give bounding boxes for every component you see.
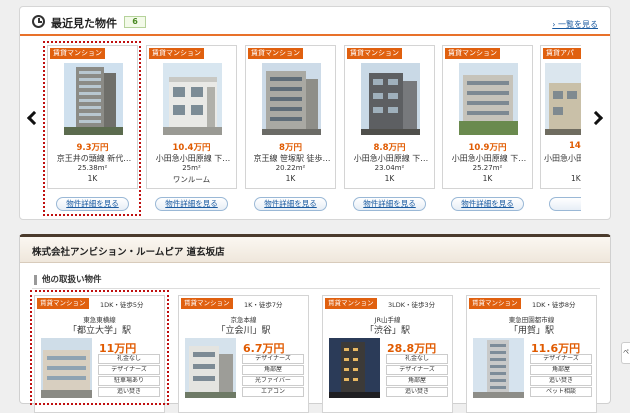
- card-layout: 1K: [384, 174, 395, 183]
- station-name: 「用賀」駅: [508, 326, 554, 336]
- feature-tag: 角部屋: [530, 365, 592, 375]
- card-layout: 1K: [571, 174, 581, 183]
- listing-card[interactable]: 賃貸マンション 3LDK・徒歩3分 JR山手線 「渋谷」駅 28.8万円 礼金な…: [322, 295, 453, 413]
- property-photo: [329, 338, 380, 398]
- card-layout: ワンルーム: [172, 175, 211, 184]
- agency-panel: 株式会社アンビション・ルームピア 道玄坂店 他の取扱い物件 賃貸マンション 1D…: [19, 234, 611, 413]
- card-station: 小田急小田原線 下…: [353, 154, 429, 163]
- station-name: 「渋谷」駅: [364, 326, 410, 336]
- agency-header: 株式会社アンビション・ルームピア 道玄坂店: [20, 237, 610, 263]
- feature-tag: 角部屋: [386, 376, 448, 386]
- property-type-tag: 賃貸マンション: [248, 48, 303, 59]
- station-name: 「立会川」駅: [216, 326, 271, 336]
- property-photo: [473, 338, 524, 398]
- property-type-tag: 賃貸マンション: [469, 298, 521, 309]
- count-badge: 6: [124, 16, 146, 28]
- feature-tag: 角部屋: [242, 365, 304, 375]
- recent-card[interactable]: 賃貸マンション 8万円 京王線 笹塚駅 徒歩… 20.22m² 1K: [245, 45, 336, 189]
- section-title: 他の取扱い物件: [34, 275, 102, 285]
- property-photo: [262, 63, 321, 135]
- side-tab[interactable]: ペ: [621, 342, 630, 364]
- listing-meta: 3LDK・徒歩3分: [388, 301, 436, 309]
- card-station: 小田急小田原線 下…: [544, 154, 581, 163]
- card-area: 25m²: [182, 164, 201, 172]
- card-price: 8万円: [279, 143, 302, 153]
- card-price: 10.4万円: [172, 143, 211, 153]
- card-area: 20.22m²: [275, 164, 306, 172]
- arrow-left-icon[interactable]: [26, 110, 42, 126]
- card-area: 25.27m²: [472, 164, 503, 172]
- feature-tag: デザイナーズ: [242, 354, 304, 364]
- selection-highlight: [43, 41, 141, 216]
- recent-card[interactable]: 賃貸アパート 14 小田急小田原線 下… 1K: [540, 45, 581, 189]
- property-photo: [185, 338, 236, 398]
- card-station: 京王線 笹塚駅 徒歩…: [253, 154, 331, 163]
- feature-tag: ペット相談: [530, 387, 592, 397]
- section-divider: [32, 288, 600, 289]
- recently-viewed-header: 最近見た物件 6 一覧を見る: [20, 7, 610, 36]
- feature-list: デザイナーズ 角部屋 光ファイバー エアコン: [242, 354, 304, 398]
- feature-list: 礼金なし デザイナーズ 角部屋 追い焚き: [386, 354, 448, 398]
- card-price: 10.9万円: [468, 143, 507, 153]
- property-detail-button[interactable]: 物件詳細を見る: [254, 197, 327, 211]
- feature-tag: 光ファイバー: [242, 376, 304, 386]
- feature-tag: 追い焚き: [386, 387, 448, 397]
- clock-icon: [32, 15, 45, 28]
- feature-tag: デザイナーズ: [386, 365, 448, 375]
- property-type-tag: 賃貸アパート: [543, 48, 581, 68]
- property-photo: [361, 63, 420, 135]
- listing-card[interactable]: 賃貸マンション 1DK・徒歩8分 東急田園都市線 「用賀」駅 11.6万円 デザ…: [466, 295, 597, 413]
- listing-meta: 1DK・徒歩8分: [532, 301, 576, 309]
- feature-tag: 礼金なし: [386, 354, 448, 364]
- feature-tag: 追い焚き: [530, 376, 592, 386]
- selection-highlight: [30, 290, 169, 405]
- card-layout: 1K: [285, 174, 296, 183]
- card-area: 23.04m²: [374, 164, 405, 172]
- property-detail-button[interactable]: [549, 197, 581, 211]
- card-price: 14: [569, 141, 581, 151]
- property-detail-button[interactable]: 物件詳細を見る: [155, 197, 228, 211]
- listing-meta: 1K・徒歩7分: [244, 301, 283, 309]
- feature-tag: エアコン: [242, 387, 304, 397]
- arrow-right-icon[interactable]: [588, 110, 604, 126]
- see-all-link[interactable]: 一覧を見る: [552, 19, 598, 30]
- feature-tag: デザイナーズ: [530, 354, 592, 364]
- property-type-tag: 賃貸マンション: [347, 48, 402, 59]
- recent-card[interactable]: 賃貸マンション 10.4万円 小田急小田原線 下… 25m² ワンルーム: [146, 45, 237, 189]
- recent-card[interactable]: 賃貸マンション 10.9万円 小田急小田原線 下… 25.27m² 1K: [442, 45, 533, 189]
- company-name: 株式会社アンビション・ルームピア 道玄坂店: [32, 247, 225, 258]
- recently-viewed-title: 最近見た物件: [51, 17, 117, 30]
- property-type-tag: 賃貸マンション: [149, 48, 204, 59]
- property-photo: [163, 63, 222, 135]
- recently-viewed-panel: 最近見た物件 6 一覧を見る 賃貸マンション 9.3万円 京王井の頭線 新代… …: [19, 6, 611, 220]
- card-station: 小田急小田原線 下…: [155, 154, 231, 163]
- property-photo: [459, 63, 518, 135]
- recent-card[interactable]: 賃貸マンション 8.8万円 小田急小田原線 下… 23.04m² 1K: [344, 45, 435, 189]
- property-photo: [545, 63, 581, 135]
- card-price: 8.8万円: [373, 143, 406, 153]
- property-type-tag: 賃貸マンション: [445, 48, 500, 59]
- property-type-tag: 賃貸マンション: [181, 298, 233, 309]
- feature-list: デザイナーズ 角部屋 追い焚き ペット相談: [530, 354, 592, 398]
- property-type-tag: 賃貸マンション: [325, 298, 377, 309]
- card-station: 小田急小田原線 下…: [451, 154, 527, 163]
- listing-card[interactable]: 賃貸マンション 1K・徒歩7分 京急本線 「立会川」駅 6.7万円 デザイナーズ…: [178, 295, 309, 413]
- property-detail-button[interactable]: 物件詳細を見る: [353, 197, 426, 211]
- property-detail-button[interactable]: 物件詳細を見る: [451, 197, 524, 211]
- card-layout: 1K: [482, 174, 493, 183]
